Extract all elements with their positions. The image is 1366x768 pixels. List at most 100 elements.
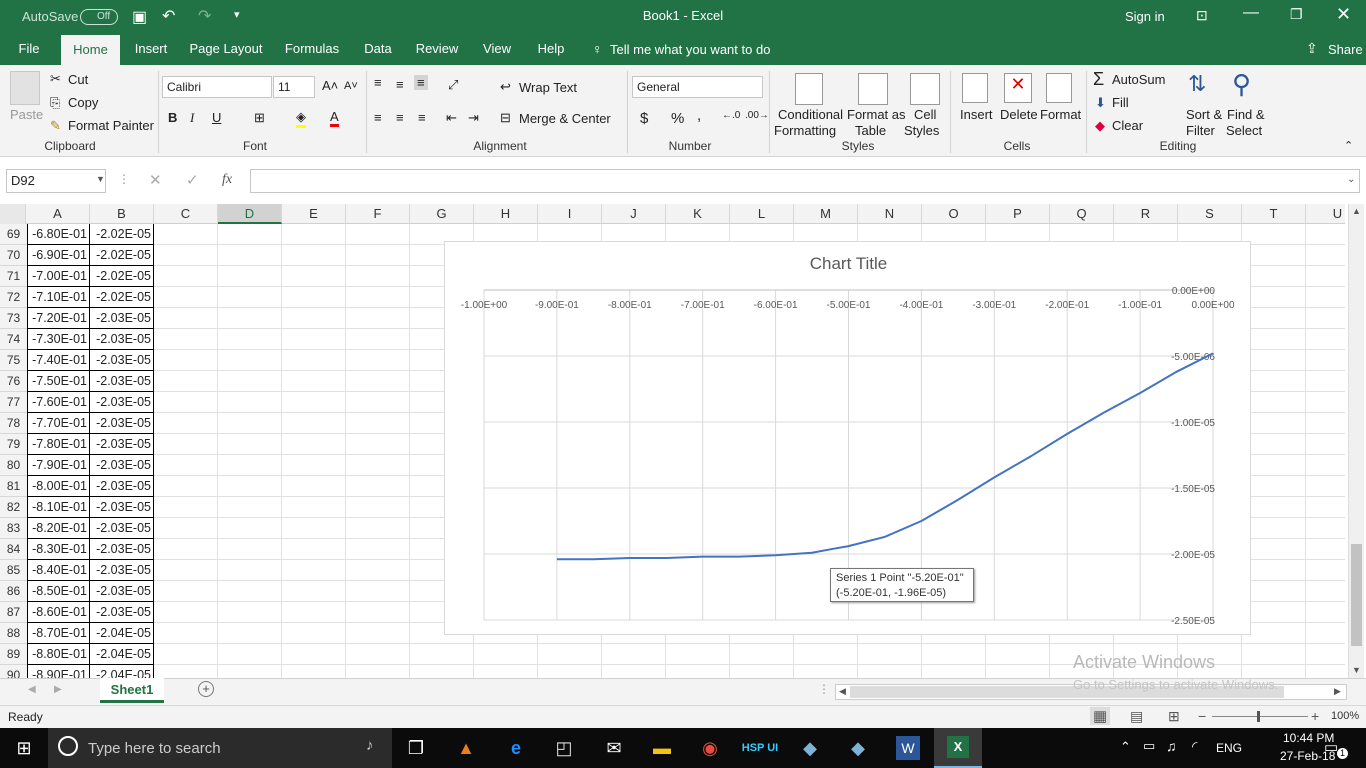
cell-b[interactable]: -2.04E-05: [89, 623, 154, 644]
column-header-a[interactable]: A: [26, 204, 90, 224]
percent-button[interactable]: %: [671, 110, 684, 127]
row-header[interactable]: 83: [0, 518, 27, 539]
tab-file[interactable]: File: [8, 33, 50, 65]
scroll-right-icon[interactable]: ▶: [1334, 686, 1341, 697]
column-header-b[interactable]: B: [90, 204, 154, 224]
page-layout-view-icon[interactable]: ▤: [1130, 708, 1143, 725]
cell-a[interactable]: -7.40E-01: [27, 350, 90, 371]
mail-icon[interactable]: ✉: [594, 732, 634, 764]
cell-a[interactable]: -8.60E-01: [27, 602, 90, 623]
volume-icon[interactable]: ♫: [1166, 738, 1177, 754]
cell-a[interactable]: -8.20E-01: [27, 518, 90, 539]
series-1-line[interactable]: [556, 352, 1214, 561]
column-header-e[interactable]: E: [282, 204, 346, 224]
cell-b[interactable]: -2.03E-05: [89, 329, 154, 350]
cell-b[interactable]: -2.02E-05: [89, 287, 154, 308]
bold-button[interactable]: B: [168, 110, 177, 125]
fill-button[interactable]: Fill: [1112, 95, 1129, 110]
edge-icon[interactable]: e: [496, 732, 536, 764]
font-name-select[interactable]: Calibri: [162, 76, 272, 98]
cut-button[interactable]: Cut: [68, 72, 88, 87]
app-icon-1[interactable]: ◆: [790, 732, 830, 764]
increase-indent-icon[interactable]: ⇥: [468, 110, 479, 126]
cell-a[interactable]: -7.00E-01: [27, 266, 90, 287]
conditional-formatting-icon[interactable]: [795, 73, 823, 105]
sign-in-link[interactable]: Sign in: [1125, 9, 1165, 24]
column-header-h[interactable]: H: [474, 204, 538, 224]
font-color-icon[interactable]: A: [330, 109, 339, 127]
clear-button[interactable]: Clear: [1112, 118, 1143, 133]
cell-a[interactable]: -8.30E-01: [27, 539, 90, 560]
network-icon[interactable]: ◜: [1192, 738, 1197, 755]
battery-icon[interactable]: ▭: [1143, 738, 1155, 754]
cell-b[interactable]: -2.03E-05: [89, 350, 154, 371]
sort-filter-label-2[interactable]: Filter: [1186, 123, 1215, 138]
restore-icon[interactable]: ❐: [1290, 6, 1303, 23]
format-as-table-icon[interactable]: [858, 73, 888, 105]
cell-a[interactable]: -7.70E-01: [27, 413, 90, 434]
column-header-n[interactable]: N: [858, 204, 922, 224]
normal-view-icon[interactable]: ▦: [1090, 707, 1111, 725]
cell-a[interactable]: -8.70E-01: [27, 623, 90, 644]
copy-icon[interactable]: ⎘: [50, 95, 60, 111]
insert-cells-button[interactable]: Insert: [960, 107, 993, 122]
row-header[interactable]: 80: [0, 455, 27, 476]
column-header-i[interactable]: I: [538, 204, 602, 224]
wrap-text-icon[interactable]: ↩: [500, 79, 511, 95]
row-header[interactable]: 69: [0, 224, 27, 245]
conditional-formatting-label[interactable]: Conditional: [778, 107, 843, 122]
cell-b[interactable]: -2.03E-05: [89, 434, 154, 455]
taskbar-search-placeholder[interactable]: Type here to search: [88, 740, 221, 757]
format-painter-button[interactable]: Format Painter: [68, 118, 154, 133]
store-icon[interactable]: ◰: [544, 732, 584, 764]
sort-filter-icon[interactable]: ⇅: [1188, 71, 1206, 97]
language-indicator[interactable]: ENG: [1216, 741, 1242, 755]
cell-b[interactable]: -2.02E-05: [89, 224, 154, 245]
currency-button[interactable]: $: [640, 110, 648, 127]
formula-input[interactable]: [250, 169, 1360, 193]
cell-b[interactable]: -2.03E-05: [89, 560, 154, 581]
scroll-thumb[interactable]: [1351, 544, 1362, 646]
vertical-scrollbar[interactable]: ▲ ▼: [1348, 204, 1364, 678]
minimize-icon[interactable]: —: [1243, 4, 1259, 22]
fill-icon[interactable]: ⬇: [1095, 95, 1106, 111]
name-box-dropdown-icon[interactable]: ▼: [96, 174, 105, 184]
align-bottom-icon[interactable]: ≡: [414, 75, 428, 90]
name-box[interactable]: D92: [6, 169, 106, 193]
cell-b[interactable]: -2.04E-05: [89, 644, 154, 665]
conditional-formatting-label-2[interactable]: Formatting: [774, 123, 836, 138]
cell-a[interactable]: -8.00E-01: [27, 476, 90, 497]
format-as-table-label[interactable]: Format as: [847, 107, 906, 122]
collapse-ribbon-icon[interactable]: ⌃: [1344, 139, 1353, 152]
row-header[interactable]: 70: [0, 245, 27, 266]
delete-cells-button[interactable]: Delete: [1000, 107, 1038, 122]
row-header[interactable]: 85: [0, 560, 27, 581]
wrap-text-button[interactable]: Wrap Text: [519, 80, 577, 95]
cell-a[interactable]: -8.40E-01: [27, 560, 90, 581]
cancel-icon[interactable]: ✕: [149, 171, 162, 189]
page-break-view-icon[interactable]: ⊞: [1168, 708, 1180, 725]
expand-formula-icon[interactable]: ⌄: [1347, 174, 1355, 185]
app-icon-2[interactable]: ◆: [838, 732, 878, 764]
font-size-select[interactable]: 11: [273, 76, 315, 98]
delete-cells-icon[interactable]: ✕: [1004, 73, 1032, 103]
cell-a[interactable]: -7.90E-01: [27, 455, 90, 476]
shrink-font-icon[interactable]: A˅: [344, 80, 358, 92]
underline-button[interactable]: U: [212, 110, 221, 125]
column-header-s[interactable]: S: [1178, 204, 1242, 224]
close-icon[interactable]: ✕: [1336, 4, 1351, 25]
row-header[interactable]: 87: [0, 602, 27, 623]
autosum-icon[interactable]: Σ: [1093, 69, 1104, 90]
sort-filter-label[interactable]: Sort &: [1186, 107, 1222, 122]
scroll-left-icon[interactable]: ◀: [839, 686, 846, 697]
row-header[interactable]: 73: [0, 308, 27, 329]
cell-b[interactable]: -2.03E-05: [89, 539, 154, 560]
redo-icon[interactable]: ↷: [198, 6, 211, 26]
column-header-c[interactable]: C: [154, 204, 218, 224]
cell-b[interactable]: -2.03E-05: [89, 497, 154, 518]
hspui-icon[interactable]: HSP UI: [740, 732, 780, 764]
paste-icon[interactable]: [10, 71, 40, 105]
tab-data[interactable]: Data: [360, 33, 396, 65]
zoom-slider[interactable]: [1212, 716, 1308, 717]
cell-b[interactable]: -2.03E-05: [89, 392, 154, 413]
